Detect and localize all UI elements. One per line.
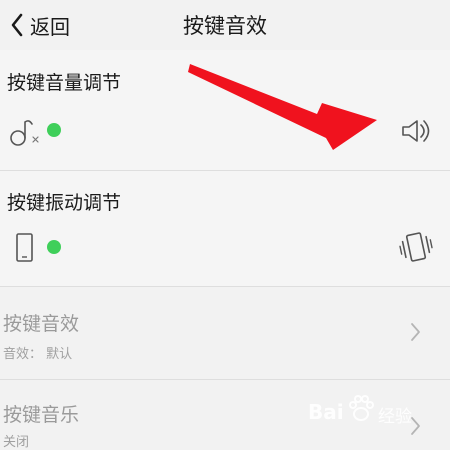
speaker-icon[interactable] [400, 117, 434, 145]
chevron-right-icon [411, 323, 420, 341]
volume-slider-knob[interactable] [47, 123, 61, 137]
key-volume-title: 按键音量调节 [7, 72, 122, 94]
muted-note-icon[interactable] [9, 117, 43, 147]
page-title: 按键音效 [183, 14, 267, 38]
vibration-slider-knob[interactable] [47, 240, 61, 254]
key-sound-title: 按键音效 [3, 313, 80, 335]
phone-icon[interactable] [14, 232, 36, 264]
key-vibration-title: 按键振动调节 [7, 192, 122, 214]
key-music-subtitle: 关闭 [3, 435, 30, 450]
key-music-title: 按键音乐 [3, 404, 80, 426]
key-volume-section: 按键音量调节 [0, 50, 450, 170]
key-sound-subtitle: 音效： 默认 [3, 347, 73, 362]
paw-icon [349, 395, 374, 421]
watermark: Bai 经验 [300, 388, 450, 450]
watermark-suffix: 经验 [378, 407, 412, 427]
key-sound-row[interactable]: 按键音效 音效： 默认 [0, 287, 450, 379]
top-bar: 返回 按键音效 [0, 0, 450, 50]
key-vibration-section: 按键振动调节 [0, 171, 450, 286]
vibrate-icon[interactable] [398, 229, 434, 265]
watermark-brand: Bai [308, 400, 344, 424]
